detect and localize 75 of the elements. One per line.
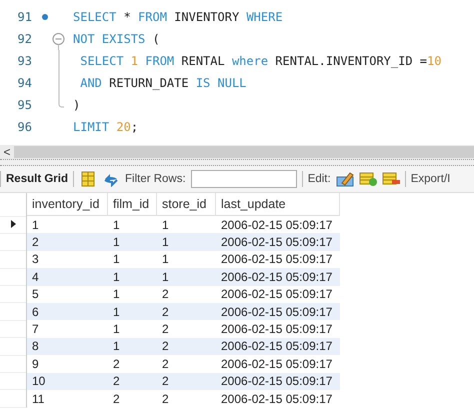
result-grid-label[interactable]: Result Grid	[6, 173, 68, 185]
table-cell: 2	[157, 302, 216, 320]
grid-corner	[0, 192, 27, 216]
table-cell-text: 2	[161, 390, 170, 408]
table-cell-text: 2006-02-15 05:09:17	[220, 321, 334, 338]
edit-pencil-icon[interactable]	[336, 171, 354, 187]
grid-icon[interactable]	[78, 171, 97, 187]
table-cell-text: 1	[112, 286, 121, 303]
table-cell-text: 5	[31, 286, 40, 303]
table-cell-text: 1	[112, 321, 121, 338]
table-cell-text: 1	[31, 216, 40, 234]
table-cell: 1	[157, 268, 216, 286]
table-cell-text: 2	[161, 356, 170, 373]
table-cell: 2	[157, 372, 216, 390]
column-header[interactable]: last_update	[216, 193, 340, 216]
table-cell-text: 11	[31, 390, 46, 408]
table-cell-text: 2006-02-15 05:09:17	[220, 390, 334, 408]
row-header[interactable]	[0, 216, 27, 234]
table-cell: 2006-02-15 05:09:17	[216, 233, 340, 251]
table-cell: 8	[27, 338, 108, 356]
table-cell-text: 1	[112, 251, 121, 268]
horizontal-scrollbar[interactable]: <	[0, 145, 474, 159]
line-number: 95	[16, 98, 32, 112]
table-cell: 6	[27, 302, 108, 320]
table-cell: 4	[27, 268, 108, 286]
table-cell-text: 2	[112, 356, 121, 373]
line-number: 93	[16, 54, 32, 68]
table-cell-text: 2006-02-15 05:09:17	[220, 286, 334, 303]
code-line: NOT EXISTS (	[73, 32, 160, 46]
code-line: )	[73, 98, 80, 112]
filter-rows-label: Filter Rows:	[124, 173, 186, 185]
table-cell: 2006-02-15 05:09:17	[216, 338, 340, 356]
code-line: SELECT * FROM INVENTORY WHERE	[73, 10, 283, 24]
column-header[interactable]: store_id	[157, 193, 216, 216]
table-cell-text: 2	[161, 321, 170, 338]
table-cell: 2006-02-15 05:09:17	[216, 268, 340, 286]
code-line: LIMIT 20;	[73, 120, 138, 134]
table-cell: 1	[157, 233, 216, 251]
line-number: 96	[16, 120, 32, 134]
table-cell-text: 1	[112, 216, 121, 234]
table-cell-text: 2006-02-15 05:09:17	[220, 216, 334, 234]
table-cell-text: 7	[31, 321, 40, 338]
column-header[interactable]: film_id	[108, 193, 157, 216]
table-cell: 10	[27, 372, 108, 390]
splitter-bar[interactable]	[0, 159, 474, 166]
column-header[interactable]: inventory_id	[27, 193, 108, 216]
table-cell-text: 2	[112, 390, 121, 408]
delete-row-icon[interactable]	[382, 171, 400, 187]
scroll-left-arrow[interactable]: <	[0, 145, 14, 159]
current-row-marker	[10, 220, 16, 228]
line-number: 94	[16, 76, 32, 90]
table-cell: 1	[108, 268, 157, 286]
table-cell: 1	[108, 233, 157, 251]
line-number: 92	[16, 32, 32, 46]
edit-label: Edit:	[308, 173, 331, 185]
table-cell-text: 3	[31, 251, 40, 268]
table-cell-text: 2	[161, 286, 170, 303]
filter-rows-field[interactable]	[190, 170, 297, 188]
table-cell: 2006-02-15 05:09:17	[216, 372, 340, 390]
export-label[interactable]: Export/I	[410, 173, 450, 185]
table-cell-text: 2006-02-15 05:09:17	[220, 251, 334, 268]
table-cell: 2	[108, 372, 157, 390]
code-line: SELECT 1 FROM RENTAL where RENTAL.INVENTORY_ID =10	[79, 54, 442, 68]
add-row-icon[interactable]	[358, 171, 377, 187]
table-cell: 2006-02-15 05:09:17	[216, 302, 340, 320]
table-cell-text: 2006-02-15 05:09:17	[220, 356, 334, 373]
table-cell: 2	[27, 233, 108, 251]
table-cell: 2	[157, 338, 216, 356]
table-cell: 1	[108, 338, 157, 356]
table-cell-text: 1	[161, 251, 170, 268]
code-line: AND RETURN_DATE IS NULL	[79, 76, 246, 90]
table-cell-text: 9	[31, 356, 40, 373]
line-number: 91	[16, 10, 32, 24]
table-cell-text: 1	[161, 216, 170, 234]
table-cell: 1	[108, 302, 157, 320]
